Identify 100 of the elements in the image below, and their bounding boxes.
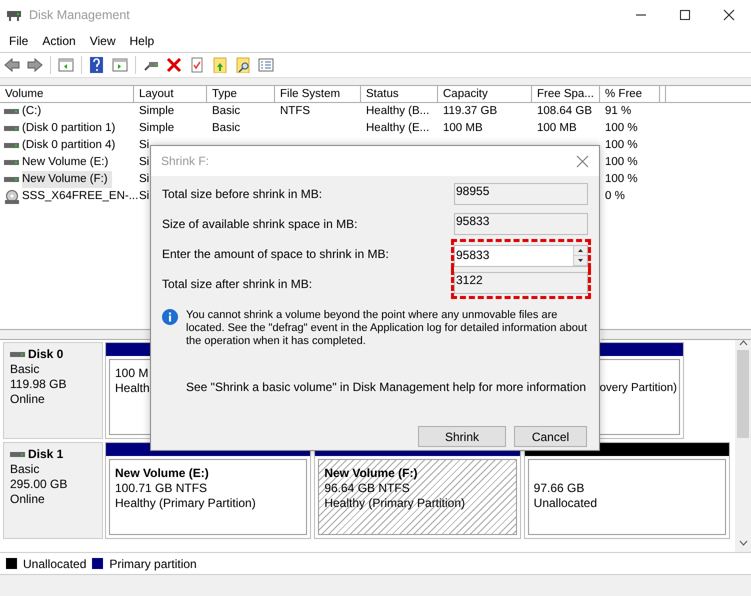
- table-cell: 100 MB: [537, 122, 577, 134]
- app-icon: [6, 8, 22, 22]
- column-header[interactable]: File System: [275, 86, 361, 102]
- drive-icon: [4, 141, 19, 150]
- properties-icon[interactable]: [189, 57, 205, 73]
- drive-list-item[interactable]: New Volume (E:): [22, 154, 108, 171]
- menu-item[interactable]: Help: [122, 32, 162, 50]
- disk-info: Online: [10, 492, 46, 507]
- table-cell: NTFS: [280, 105, 310, 117]
- partition-info: Healthy (Primary Partition): [324, 496, 466, 510]
- partition-info: Health: [115, 381, 150, 395]
- partition-info: 97.66 GB: [534, 481, 584, 495]
- field-label: Enter the amount of space to shrink in MB:: [162, 246, 390, 263]
- partition-info: 100.71 GB NTFS: [115, 481, 208, 495]
- close-icon[interactable]: [723, 9, 735, 21]
- table-cell: Simple: [139, 105, 174, 117]
- table-cell: Basic: [212, 105, 240, 117]
- field-label: Total size after shrink in MB:: [162, 276, 314, 293]
- help-text: See "Shrink a basic volume" in Disk Management help for more information: [186, 379, 588, 396]
- table-cell: 91 %: [605, 105, 632, 117]
- scroll-down-icon[interactable]: [738, 540, 748, 546]
- column-header[interactable]: Capacity: [438, 86, 532, 102]
- info-message: You cannot shrink a volume beyond the point where any unmovable files are located. See the "defrag" event in the Application log for detailed information about the operation when it has completed.: [186, 309, 588, 348]
- partition-title: New Volume (F:): [324, 466, 418, 481]
- partition-info: 96.64 GB NTFS: [324, 481, 410, 495]
- dialog-title: Shrink F:: [161, 153, 210, 170]
- forward-icon[interactable]: [27, 57, 43, 73]
- table-cell: Si: [139, 139, 150, 151]
- menu-item[interactable]: View: [82, 32, 122, 50]
- field-label: Total size before shrink in MB:: [162, 186, 324, 203]
- scrollbar[interactable]: [735, 340, 751, 552]
- folder-search-icon[interactable]: [235, 57, 251, 73]
- readonly-field: 98955: [454, 183, 588, 205]
- column-header[interactable]: Volume: [0, 86, 134, 102]
- number-field[interactable]: 95833: [454, 244, 588, 266]
- drive-icon: [4, 158, 19, 167]
- readonly-field: 95833: [454, 213, 588, 235]
- scroll-up-icon[interactable]: [738, 340, 748, 346]
- disk-info: Basic: [10, 462, 40, 477]
- help-icon[interactable]: [89, 57, 105, 73]
- drive-icon: [4, 124, 19, 133]
- table-cell: Basic: [212, 122, 240, 134]
- column-header[interactable]: Status: [361, 86, 438, 102]
- partition-block[interactable]: 97.66 GB Unallocated: [524, 442, 730, 539]
- action-pane-icon[interactable]: [112, 57, 128, 73]
- readonly-field: 3122: [454, 272, 588, 294]
- column-header[interactable]: % Free: [600, 86, 660, 102]
- disk-name: Disk 1: [28, 447, 64, 462]
- table-cell: Healthy (E...: [366, 122, 430, 134]
- drive-list-item[interactable]: (Disk 0 partition 4): [22, 137, 116, 154]
- drive-list-item[interactable]: (C:): [22, 103, 42, 120]
- spin-down-icon[interactable]: [574, 256, 587, 266]
- shrink-button[interactable]: Shrink: [418, 426, 506, 447]
- table-cell: Healthy (B...: [366, 105, 430, 117]
- drive-icon: [10, 450, 25, 459]
- disk-name: Disk 0: [28, 347, 64, 362]
- disk-info: Basic: [10, 362, 40, 377]
- column-header[interactable]: Type: [207, 86, 275, 102]
- window-title: Disk Management: [29, 6, 130, 24]
- cancel-button[interactable]: Cancel: [514, 426, 587, 447]
- partition-title: New Volume (E:): [115, 466, 210, 481]
- spin-up-icon[interactable]: [574, 246, 587, 256]
- info-icon: [162, 309, 178, 325]
- table-cell: 100 %: [605, 173, 638, 185]
- table-cell: 100 %: [605, 122, 638, 134]
- field-label: Size of available shrink space in MB:: [162, 216, 358, 233]
- back-icon[interactable]: [4, 57, 20, 73]
- maximize-icon[interactable]: [679, 9, 691, 21]
- table-cell: 119.37 GB: [443, 105, 498, 117]
- table-cell: 100 %: [605, 156, 638, 168]
- menu-item[interactable]: Action: [35, 32, 83, 50]
- partition-info: 100 M: [115, 366, 148, 380]
- column-header[interactable]: Free Spa...: [532, 86, 600, 102]
- drive-list-item[interactable]: SSS_X64FREE_EN-...: [22, 188, 138, 205]
- drive-icon: [4, 175, 19, 184]
- drive-list-item[interactable]: New Volume (F:): [22, 171, 112, 188]
- partition-block[interactable]: New Volume (E:) 100.71 GB NTFS Healthy (Primary Partition): [105, 442, 312, 539]
- cd-drive-icon: [4, 190, 19, 204]
- column-header[interactable]: Layout: [134, 86, 207, 102]
- disk-info: 119.98 GB: [10, 377, 68, 392]
- table-cell: Si: [139, 173, 150, 185]
- disk-info: 295.00 GB: [10, 477, 68, 492]
- legend-label: Primary partition: [109, 556, 197, 572]
- drive-icon: [4, 107, 19, 116]
- drive-icon: [10, 350, 25, 359]
- drive-list-item[interactable]: (Disk 0 partition 1): [22, 120, 116, 137]
- table-cell: 0 %: [605, 190, 625, 202]
- checklist-icon[interactable]: [258, 57, 274, 73]
- partition-info: Healthy (Primary Partition): [115, 496, 256, 510]
- table-cell: Si: [139, 156, 150, 168]
- table-cell: Simple: [139, 122, 174, 134]
- disk-info: Online: [10, 392, 46, 407]
- folder-up-icon[interactable]: [212, 57, 228, 73]
- table-cell: Si: [139, 190, 150, 202]
- table-cell: 100 %: [605, 139, 638, 151]
- menu-item[interactable]: File: [2, 32, 36, 50]
- partition-info: Unallocated: [534, 496, 598, 510]
- table-cell: 108.64 GB: [537, 105, 592, 117]
- delete-icon[interactable]: [166, 57, 182, 73]
- console-tree-icon[interactable]: [58, 57, 74, 73]
